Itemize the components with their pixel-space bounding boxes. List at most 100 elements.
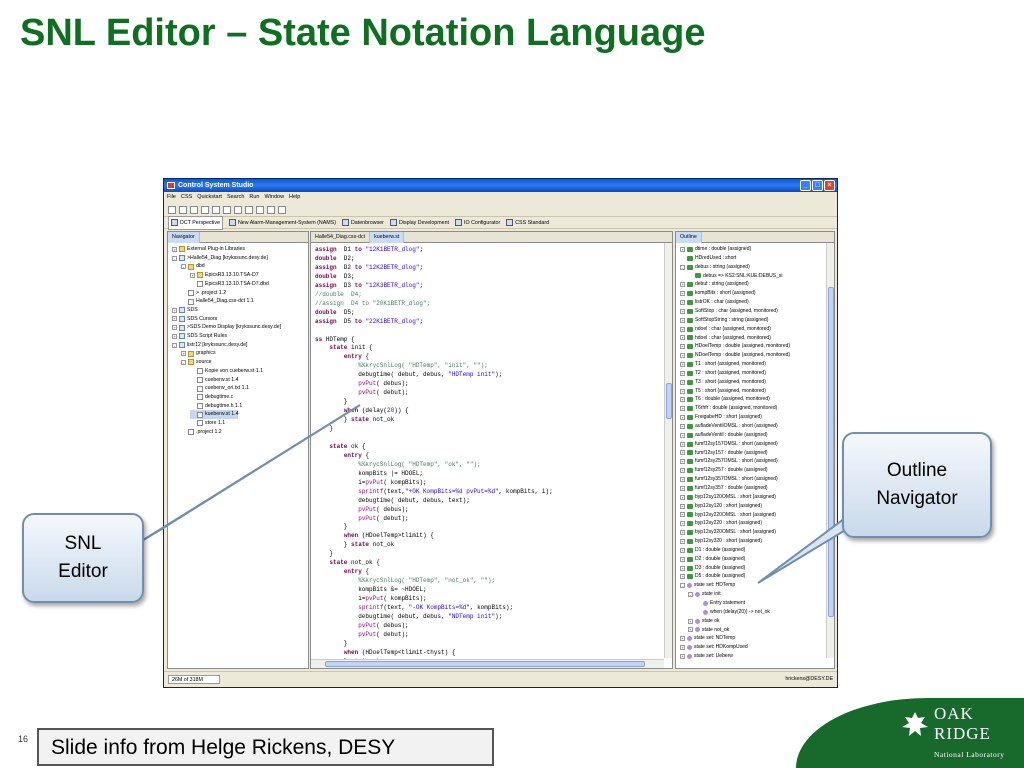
expand-toggle-icon[interactable]: + <box>680 547 685 553</box>
search-icon[interactable] <box>245 205 253 214</box>
outline-tab[interactable]: Outline <box>676 232 702 243</box>
outline-item[interactable]: + fumf12sy357OMSL : short (assigned) <box>680 475 778 484</box>
expand-toggle-icon[interactable]: + <box>680 477 685 483</box>
expand-toggle-icon[interactable]: + <box>172 307 177 313</box>
outline-item[interactable]: + hdoel : char (assigned, monitored) <box>680 334 771 343</box>
navigator-item[interactable]: Halle54_Diag.css-dct 1.1 <box>181 297 254 306</box>
navigator-item[interactable]: + External Plug-in Libraries <box>172 245 245 254</box>
outline-item[interactable]: + D5 : double (assigned) <box>680 572 745 581</box>
window-titlebar[interactable]: Control System Studio _ □ × <box>164 179 837 192</box>
outline-item[interactable]: + listrOK : char (assigned) <box>680 298 749 307</box>
perspective-4[interactable]: IO Configurator <box>455 217 500 229</box>
outline-item[interactable]: + NDoelTemp : double (assigned, monitored… <box>680 351 790 360</box>
perspective-1[interactable]: New Alarm-Management-System (NAMS) <box>228 217 336 229</box>
navigator-item[interactable]: + SDS Script Rules <box>172 332 227 341</box>
debug-icon[interactable] <box>256 205 264 214</box>
navigator-item[interactable]: .project 1.2 <box>181 428 222 437</box>
outline-item[interactable]: + T5 : short (assigned, monitored) <box>680 387 766 396</box>
outline-item[interactable]: + byp12sy220OMSL : short (assigned) <box>680 511 776 520</box>
expand-toggle-icon[interactable]: + <box>680 645 685 651</box>
expand-toggle-icon[interactable]: + <box>680 246 685 252</box>
expand-toggle-icon[interactable]: + <box>680 450 685 456</box>
expand-toggle-icon[interactable]: + <box>680 388 685 394</box>
expand-toggle-icon[interactable]: + <box>688 618 693 624</box>
expand-toggle-icon[interactable]: - <box>688 592 693 598</box>
navigator-item[interactable]: EpicsR3.13.10.TSA-D7.dbd <box>190 280 269 289</box>
expand-toggle-icon[interactable]: + <box>680 574 685 580</box>
menu-item-0[interactable]: File <box>167 193 176 202</box>
outline-item[interactable]: + byp12sy120 : short (assigned) <box>680 502 762 511</box>
navigator-item[interactable]: + graphics <box>181 349 216 358</box>
outline-item[interactable]: + byp12sy120OMSL : short (assigned) <box>680 493 776 502</box>
navigator-item[interactable]: > .project 1.2 <box>181 289 226 298</box>
outline-item[interactable]: + aufladeVentil : double (assigned) <box>680 431 768 440</box>
outline-item[interactable]: + T6 : double (assigned, monitored) <box>680 395 770 404</box>
new-icon[interactable] <box>168 205 176 214</box>
outline-item[interactable]: + state not_ok <box>688 626 729 635</box>
navigator-item[interactable]: - >Halle54_Diag [krykssunc.desy.de] <box>172 254 268 263</box>
expand-toggle-icon[interactable]: - <box>680 264 685 270</box>
outline-item[interactable]: + SoftStop : char (assigned, monitored) <box>680 307 778 316</box>
navigator-item[interactable]: debugtime.c <box>190 393 233 402</box>
expand-toggle-icon[interactable]: + <box>680 521 685 527</box>
expand-toggle-icon[interactable]: + <box>172 316 177 322</box>
maximize-button[interactable]: □ <box>812 180 823 191</box>
expand-toggle-icon[interactable]: + <box>688 627 693 633</box>
navigator-item[interactable]: cueberw_ori.txt 1.1 <box>190 384 249 393</box>
outline-item[interactable]: + byp12sy220 : short (assigned) <box>680 519 762 528</box>
outline-item[interactable]: debus => KS2:SNL:KUE:DEBUS_si <box>688 272 783 281</box>
navigator-item[interactable]: + SDS Cursors <box>172 315 217 324</box>
print-icon[interactable] <box>190 205 198 214</box>
expand-toggle-icon[interactable]: - <box>172 255 177 261</box>
outline-item[interactable]: + T3 : short (assigned, monitored) <box>680 378 766 387</box>
editor-tab-0[interactable]: Halle54_Diag.css-dct <box>311 232 371 243</box>
expand-toggle-icon[interactable]: + <box>680 512 685 518</box>
expand-toggle-icon[interactable]: + <box>680 441 685 447</box>
outline-item[interactable]: + D1 : double (assigned) <box>680 546 745 555</box>
navigator-item[interactable]: store 1.1 <box>190 419 225 428</box>
minimize-button[interactable]: _ <box>800 180 811 191</box>
expand-toggle-icon[interactable]: + <box>680 335 685 341</box>
menu-item-6[interactable]: Help <box>289 193 300 202</box>
expand-toggle-icon[interactable]: - <box>181 264 186 270</box>
outline-item[interactable]: HDredUsed : short <box>680 254 736 263</box>
expand-toggle-icon[interactable]: + <box>680 353 685 359</box>
expand-toggle-icon[interactable]: + <box>680 361 685 367</box>
run-icon[interactable] <box>267 205 275 214</box>
outline-item[interactable]: + SoftStopString : string (assigned) <box>680 316 768 325</box>
outline-item[interactable]: + T1 : short (assigned, monitored) <box>680 360 766 369</box>
expand-toggle-icon[interactable]: + <box>680 485 685 491</box>
expand-toggle-icon[interactable]: + <box>172 246 177 252</box>
outline-item[interactable]: + state ok <box>688 617 720 626</box>
expand-toggle-icon[interactable]: + <box>680 300 685 306</box>
open-folder-icon[interactable] <box>201 205 209 214</box>
expand-toggle-icon[interactable]: + <box>181 351 186 357</box>
outline-item[interactable]: when (delay(20)) -> not_ok <box>696 608 770 617</box>
menu-item-3[interactable]: Search <box>227 193 244 202</box>
expand-toggle-icon[interactable]: + <box>172 325 177 331</box>
menu-item-1[interactable]: CSS <box>181 193 192 202</box>
outline-item[interactable]: - state init <box>688 590 721 599</box>
expand-toggle-icon[interactable]: + <box>680 370 685 376</box>
outline-item[interactable]: + debut : string (assigned) <box>680 280 749 289</box>
expand-toggle-icon[interactable]: + <box>680 654 685 660</box>
navigator-item[interactable]: debugtime.h 1.1 <box>190 402 242 411</box>
navigator-item[interactable]: cueberw.st 1.4 <box>190 376 238 385</box>
expand-toggle-icon[interactable]: + <box>680 556 685 562</box>
navigator-item[interactable]: - dbd <box>181 262 205 271</box>
expand-toggle-icon[interactable]: + <box>680 423 685 429</box>
navigator-item[interactable]: kueberw.st 1.4 <box>190 410 239 419</box>
back-icon[interactable] <box>223 205 231 214</box>
outline-item[interactable]: + fumf12sy257 : double (assigned) <box>680 466 768 475</box>
outline-item[interactable]: + state set: NDTemp <box>680 634 735 643</box>
outline-item[interactable]: + FreigabeHD : short (assigned) <box>680 413 762 422</box>
expand-toggle-icon[interactable]: + <box>680 494 685 500</box>
outline-item[interactable]: + fumf12sy157OMSL : short (assigned) <box>680 440 778 449</box>
expand-toggle-icon[interactable]: + <box>680 282 685 288</box>
refresh-icon[interactable] <box>278 205 286 214</box>
perspective-2[interactable]: Datenbrowser <box>341 217 384 229</box>
outline-item[interactable]: + fumf12sy157 : double (assigned) <box>680 449 768 458</box>
navigator-item[interactable]: - listr12 [krykssunc.desy.de] <box>172 341 247 350</box>
expand-toggle-icon[interactable]: + <box>172 333 177 339</box>
save-icon[interactable] <box>179 205 187 214</box>
